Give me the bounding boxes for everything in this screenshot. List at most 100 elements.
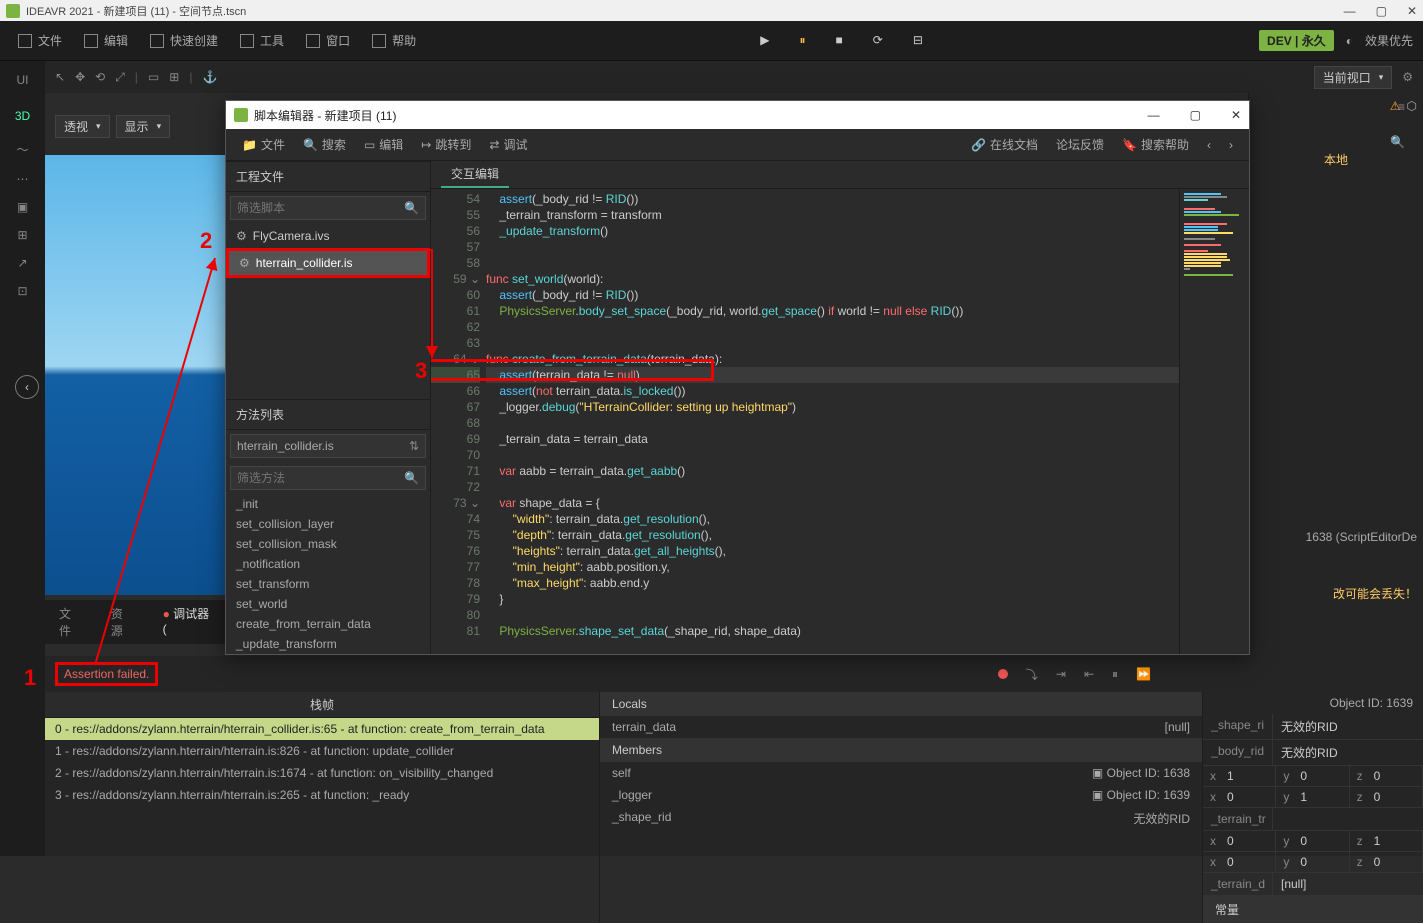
step-into-icon[interactable]: ⇥ <box>1056 667 1066 681</box>
script-menu-file[interactable]: 📁 文件 <box>236 132 291 157</box>
scale-tool[interactable]: ⤢ <box>115 70 125 85</box>
snap-tool[interactable]: ⊞ <box>169 70 179 84</box>
play-button[interactable]: ▶ <box>760 33 769 48</box>
script-online-docs[interactable]: 🔗 在线文档 <box>965 132 1044 157</box>
curve-icon[interactable]: 〜 <box>16 141 28 158</box>
gear-icon[interactable]: ⚙ <box>1402 70 1413 84</box>
script-close-icon[interactable]: ✕ <box>1231 108 1241 122</box>
rect-tool[interactable]: ▭ <box>148 70 159 84</box>
method-create-from-terrain-data[interactable]: create_from_terrain_data <box>226 614 430 634</box>
method-set-collision-mask[interactable]: set_collision_mask <box>226 534 430 554</box>
local-label: 本地 <box>1257 151 1415 168</box>
anchor-tool[interactable]: ⚓ <box>202 70 217 84</box>
method-set-world[interactable]: set_world <box>226 594 430 614</box>
method-notification[interactable]: _notification <box>226 554 430 574</box>
filter-script-input[interactable]: 🔍 <box>230 196 426 220</box>
cursor-tool[interactable]: ↖ <box>55 70 65 84</box>
pause-button[interactable]: ⏸ <box>799 33 805 48</box>
rotate-tool[interactable]: ⟲ <box>95 70 105 84</box>
record-icon[interactable] <box>998 669 1008 679</box>
minimize-icon[interactable]: — <box>1344 4 1356 18</box>
annotation-2: 2 <box>200 228 212 254</box>
tab-debugger[interactable]: ● 调试器 ( <box>149 600 230 644</box>
stop-button[interactable]: ■ <box>836 33 843 48</box>
transform-row-2[interactable]: x0y0z1 <box>1203 831 1423 852</box>
script-left-panel: 工程文件 🔍 ⚙FlyCamera.ivs ⚙hterrain_collider… <box>226 161 431 654</box>
nav-fwd-icon[interactable]: › <box>1223 138 1239 152</box>
search-panel-icon[interactable]: 🔍 <box>1390 135 1405 149</box>
menu-quickcreate[interactable]: 快速创建 <box>142 28 226 53</box>
sort-icon[interactable]: ⇅ <box>403 439 425 453</box>
script-menu-goto[interactable]: ↦ 跳转到 <box>415 132 477 157</box>
reload-button[interactable]: ⟳ <box>873 33 883 48</box>
step-over-icon[interactable]: ⤵ <box>1026 666 1038 683</box>
viewport-toolstrip: ↖ ✥ ⟲ ⤢ | ▭ ⊞ | ⚓ 当前视口 ⚙ <box>45 61 1423 93</box>
menu-tools[interactable]: 工具 <box>232 28 292 53</box>
method-update-transform[interactable]: _update_transform <box>226 634 430 654</box>
screen-icon[interactable]: ⊞ <box>17 228 27 242</box>
line-gutter: 545556575859 ⌄6061626364 ⌄65666768697071… <box>431 189 486 654</box>
file-flycamera[interactable]: ⚙FlyCamera.ivs <box>226 224 430 248</box>
transform-row-0[interactable]: x1y0z0 <box>1203 766 1423 787</box>
display-dropdown[interactable]: 显示 <box>116 115 171 138</box>
box-icon[interactable]: ▣ <box>17 200 28 214</box>
script-menu-edit[interactable]: ▭ 编辑 <box>358 132 409 157</box>
menu-help[interactable]: 帮助 <box>364 28 424 53</box>
viewport-prev-button[interactable]: ‹ <box>15 375 39 399</box>
stack-frame-0[interactable]: 0 - res://addons/zylann.hterrain/hterrai… <box>45 718 599 740</box>
method-set-transform[interactable]: set_transform <box>226 574 430 594</box>
theme-icon[interactable]: ◐ <box>1346 34 1353 48</box>
script-titlebar[interactable]: 脚本编辑器 - 新建项目 (11) — ▢ ✕ <box>226 101 1249 129</box>
nav-back-icon[interactable]: ‹ <box>1201 138 1217 152</box>
move-tool[interactable]: ✥ <box>75 70 85 84</box>
var-logger[interactable]: _logger▣ Object ID: 1639 <box>600 784 1202 806</box>
step-out-icon[interactable]: ⇤ <box>1084 667 1094 681</box>
menu-window[interactable]: 窗口 <box>298 28 358 53</box>
current-viewport-dropdown[interactable]: 当前视口 <box>1314 66 1393 89</box>
method-set-collision-layer[interactable]: set_collision_layer <box>226 514 430 534</box>
viewport-3d[interactable]: ‹ › <box>45 155 225 595</box>
tab-files[interactable]: 文件 <box>45 600 97 644</box>
dev-badge: DEV | 永久 <box>1259 30 1334 51</box>
inspector-obj-id: Object ID: 1639 <box>1330 696 1413 710</box>
minimap[interactable] <box>1179 189 1249 654</box>
code-editor[interactable]: 545556575859 ⌄6061626364 ⌄65666768697071… <box>431 189 1249 654</box>
menu-file[interactable]: 文件 <box>10 28 70 53</box>
file-hterrain-collider[interactable]: ⚙hterrain_collider.is <box>226 248 430 278</box>
remote-button[interactable]: ⊟ <box>913 33 923 48</box>
var-self[interactable]: self▣ Object ID: 1638 <box>600 762 1202 784</box>
script-forum[interactable]: 论坛反馈 <box>1050 132 1110 157</box>
stack-frame-2[interactable]: 2 - res://addons/zylann.hterrain/hterrai… <box>45 762 599 784</box>
assertion-failed-label: Assertion failed. <box>55 662 158 686</box>
script-menu-debug[interactable]: ⇄ 调试 <box>483 132 533 157</box>
close-icon[interactable]: ✕ <box>1407 4 1417 18</box>
sidebar-ui[interactable]: UI <box>9 69 37 91</box>
method-init[interactable]: _init <box>226 494 430 514</box>
warn2-icon[interactable]: ⬡ <box>1407 99 1417 113</box>
menu-edit[interactable]: 编辑 <box>76 28 136 53</box>
pause-icon[interactable]: ⏸ <box>1112 667 1118 682</box>
filter-method-input[interactable]: 🔍 <box>230 466 426 490</box>
script-search-help[interactable]: 🔖 搜索帮助 <box>1116 132 1195 157</box>
perspective-dropdown[interactable]: 透视 <box>55 115 110 138</box>
tab-resources[interactable]: 资源 <box>97 600 149 644</box>
export-icon[interactable]: ↗ <box>17 256 27 270</box>
sidebar-3d[interactable]: 3D <box>7 105 38 127</box>
transform-row-3[interactable]: x0y0z0 <box>1203 852 1423 873</box>
var-shape-rid[interactable]: _shape_rid无效的RID <box>600 806 1202 831</box>
continue-icon[interactable]: ⏩ <box>1136 667 1151 681</box>
script-minimize-icon[interactable]: — <box>1148 108 1160 122</box>
stack-frame-1[interactable]: 1 - res://addons/zylann.hterrain/hterrai… <box>45 740 599 762</box>
perf-dropdown[interactable]: 效果优先 <box>1365 32 1413 49</box>
var-terrain-data[interactable]: terrain_data[null] <box>600 716 1202 738</box>
more-icon[interactable]: ≡ <box>1398 100 1405 114</box>
misc-icon[interactable]: ⊡ <box>17 284 27 298</box>
code-content: assert(_body_rid != RID()) _terrain_tran… <box>486 189 1179 654</box>
script-menu-search[interactable]: 🔍 搜索 <box>297 132 352 157</box>
transform-row-1[interactable]: x0y1z0 <box>1203 787 1423 808</box>
maximize-icon[interactable]: ▢ <box>1376 4 1387 18</box>
dots-icon[interactable]: ⋯ <box>17 172 29 186</box>
stack-frame-3[interactable]: 3 - res://addons/zylann.hterrain/hterrai… <box>45 784 599 806</box>
editor-tab-interactive[interactable]: 交互编辑 <box>441 161 509 188</box>
script-maximize-icon[interactable]: ▢ <box>1190 108 1201 122</box>
